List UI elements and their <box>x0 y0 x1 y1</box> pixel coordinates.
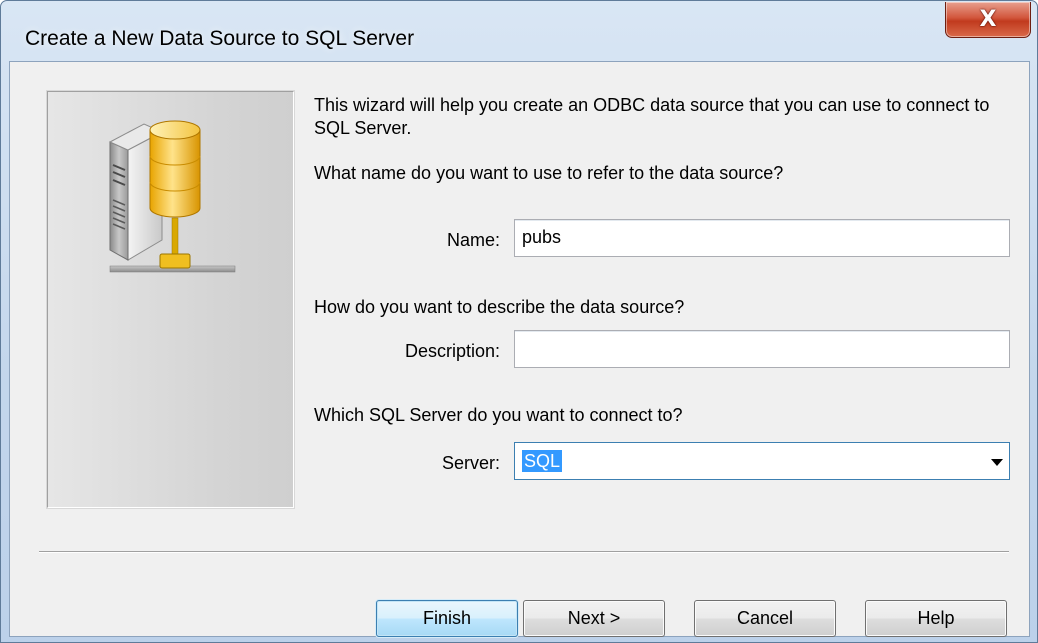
chevron-down-icon[interactable] <box>991 459 1003 466</box>
server-combobox[interactable]: SQL <box>514 442 1010 480</box>
name-input[interactable]: pubs <box>514 219 1010 257</box>
finish-button[interactable]: Finish <box>376 600 518 637</box>
description-label: Description: <box>404 341 500 361</box>
description-question: How do you want to describe the data sou… <box>314 297 685 317</box>
wizard-intro-text: This wizard will help you create an ODBC… <box>314 95 990 138</box>
server-selected-text: SQL <box>522 450 563 472</box>
database-server-icon <box>108 120 236 273</box>
name-label: Name: <box>446 230 500 250</box>
cancel-button[interactable]: Cancel <box>694 600 836 637</box>
server-label: Server: <box>441 453 500 473</box>
close-icon: X <box>979 7 997 32</box>
wizard-art-panel <box>46 90 295 509</box>
separator <box>39 551 1009 553</box>
help-button[interactable]: Help <box>865 600 1007 637</box>
window-title: Create a New Data Source to SQL Server <box>25 27 415 50</box>
close-button[interactable]: X <box>945 2 1031 38</box>
name-question: What name do you want to use to refer to… <box>314 163 784 183</box>
next-button[interactable]: Next > <box>523 600 665 637</box>
dialog-window: Create a New Data Source to SQL Server X <box>0 0 1038 643</box>
server-question: Which SQL Server do you want to connect … <box>314 405 683 425</box>
dialog-client-area: This wizard will help you create an ODBC… <box>9 61 1030 637</box>
description-input[interactable] <box>514 330 1010 368</box>
